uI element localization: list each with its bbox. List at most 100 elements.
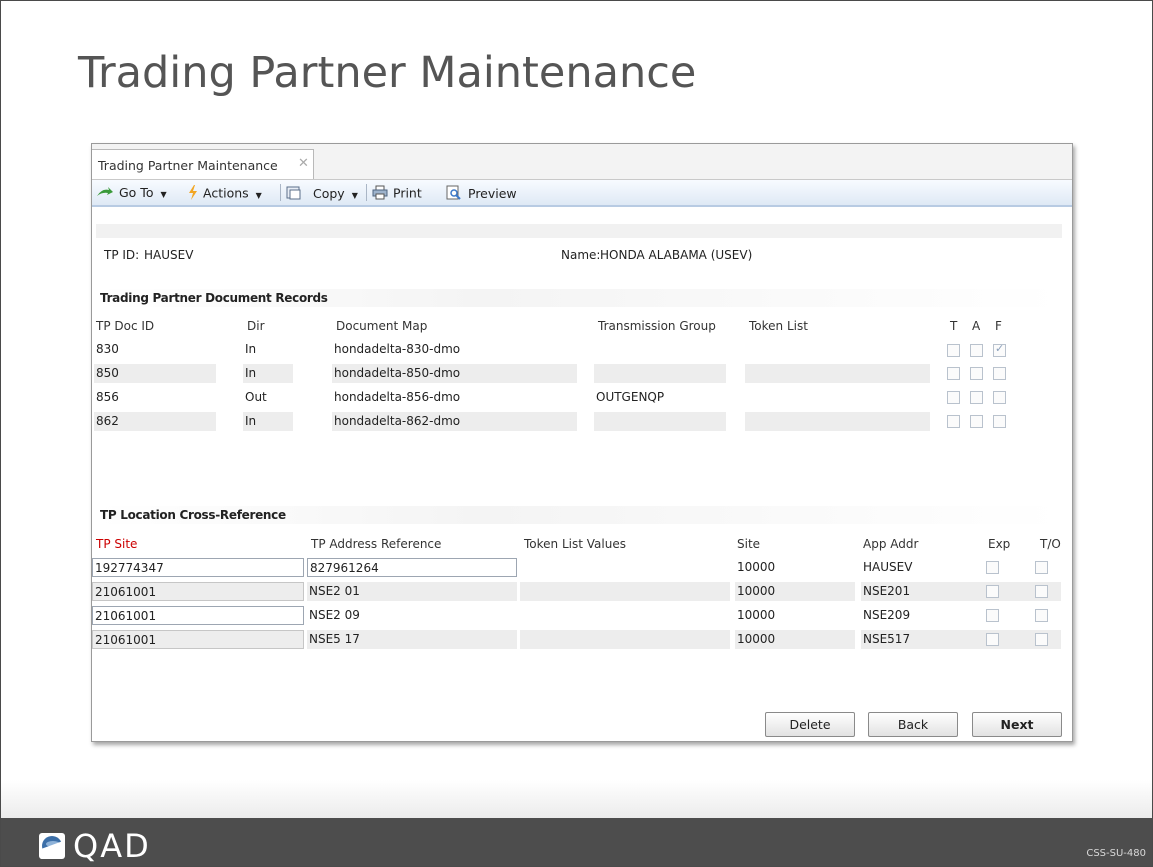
checkbox-to[interactable] — [1035, 633, 1048, 646]
qad-logo: QAD — [39, 827, 151, 865]
printer-icon — [372, 185, 388, 203]
checkbox-exp[interactable] — [986, 561, 999, 574]
cell-app-addr[interactable]: HAUSEV — [861, 558, 971, 577]
cell-token-list[interactable] — [745, 364, 930, 383]
cell-site[interactable]: 10000 — [735, 582, 855, 601]
cell-dir[interactable]: Out — [243, 388, 293, 407]
cell-document-map[interactable]: hondadelta-830-dmo — [332, 340, 577, 359]
cell-site[interactable]: 10000 — [735, 606, 855, 625]
checkbox-f[interactable] — [993, 367, 1006, 380]
col-header-tp-doc-id: TP Doc ID — [96, 319, 155, 333]
checkbox-f[interactable] — [993, 415, 1006, 428]
cell-document-map[interactable]: hondadelta-850-dmo — [332, 364, 577, 383]
preview-button[interactable]: Preview — [446, 185, 517, 203]
cell-tp-address-reference[interactable]: NSE5 17 — [307, 630, 517, 649]
cell-token-list[interactable] — [745, 388, 930, 407]
cell-site[interactable]: 10000 — [735, 558, 855, 577]
copy-icon — [286, 185, 302, 203]
slide-title: Trading Partner Maintenance — [78, 48, 697, 98]
location-xref-section-header: TP Location Cross-Reference — [96, 506, 1062, 524]
checkbox-exp[interactable] — [986, 585, 999, 598]
cell-app-addr[interactable]: NSE201 — [861, 582, 1061, 601]
cell-tp-site[interactable]: 21061001 — [92, 582, 304, 601]
cell-token-list-values[interactable] — [520, 558, 730, 577]
cell-token-list[interactable] — [745, 340, 930, 359]
cell-transmission-group[interactable] — [594, 412, 726, 431]
actions-button[interactable]: Actions ▼ — [188, 185, 262, 203]
cell-tp-address-reference[interactable]: 827961264 — [307, 558, 517, 577]
qad-logo-text: QAD — [73, 827, 151, 865]
cell-tp-address-reference[interactable]: NSE2 01 — [307, 582, 517, 601]
dropdown-caret-icon: ▼ — [160, 190, 167, 199]
col-header-token-list: Token List — [749, 319, 808, 333]
cell-site[interactable]: 10000 — [735, 630, 855, 649]
checkbox-t[interactable] — [947, 391, 960, 404]
cell-tp-address-reference[interactable]: NSE2 09 — [307, 606, 517, 625]
checkbox-f[interactable] — [993, 342, 1006, 357]
toolbar-separator — [280, 184, 281, 201]
cell-app-addr[interactable]: NSE209 — [861, 606, 971, 625]
section-title: TP Location Cross-Reference — [100, 508, 286, 522]
toolbar-separator — [366, 184, 367, 201]
cell-tp-site[interactable]: 192774347 — [92, 558, 304, 577]
cell-token-list-values[interactable] — [520, 606, 730, 625]
app-window: Trading Partner Maintenance ✕ Go To ▼ Ac… — [91, 143, 1073, 742]
tab-trading-partner-maintenance[interactable]: Trading Partner Maintenance ✕ — [92, 149, 314, 179]
goto-arrow-icon — [96, 186, 114, 201]
cell-tp-site[interactable]: 21061001 — [92, 630, 304, 649]
lightning-icon — [188, 185, 198, 203]
col-header-tp-address-reference: TP Address Reference — [311, 537, 442, 551]
delete-button[interactable]: Delete — [765, 712, 855, 737]
checkbox-a[interactable] — [970, 415, 983, 428]
tp-id-value: HAUSEV — [144, 248, 194, 262]
footer-gradient — [1, 780, 1152, 818]
col-header-app-addr: App Addr — [863, 537, 919, 551]
col-header-f: F — [995, 319, 1002, 333]
cell-token-list-values[interactable] — [520, 630, 730, 649]
checkbox-t[interactable] — [947, 415, 960, 428]
cell-dir[interactable]: In — [243, 364, 293, 383]
checkbox-t[interactable] — [947, 344, 960, 357]
checkbox-to[interactable] — [1035, 609, 1048, 622]
checkbox-a[interactable] — [970, 391, 983, 404]
cell-tp-site[interactable]: 21061001 — [92, 606, 304, 625]
cell-doc-id[interactable]: 856 — [94, 388, 216, 407]
checkbox-t[interactable] — [947, 367, 960, 380]
qad-logo-mark-icon — [39, 833, 65, 859]
col-header-site: Site — [737, 537, 761, 551]
goto-button[interactable]: Go To ▼ — [96, 185, 167, 201]
name-label: Name: — [561, 248, 601, 262]
print-button[interactable]: Print — [372, 185, 422, 203]
next-button[interactable]: Next — [972, 712, 1062, 737]
checkbox-a[interactable] — [970, 367, 983, 380]
name-value: HONDA ALABAMA (USEV) — [600, 248, 753, 262]
checkbox-to[interactable] — [1035, 561, 1048, 574]
cell-document-map[interactable]: hondadelta-856-dmo — [332, 388, 577, 407]
col-header-document-map: Document Map — [336, 319, 428, 333]
cell-doc-id[interactable]: 850 — [94, 364, 216, 383]
checkbox-exp[interactable] — [986, 633, 999, 646]
dropdown-caret-icon: ▼ — [255, 190, 262, 200]
cell-token-list[interactable] — [745, 412, 930, 431]
cell-transmission-group[interactable]: OUTGENQP — [594, 388, 726, 407]
copy-button[interactable]: Copy ▼ — [286, 185, 358, 203]
toolbar: Go To ▼ Actions ▼ Copy ▼ Print Preview — [92, 180, 1072, 207]
back-button[interactable]: Back — [868, 712, 958, 737]
cell-doc-id[interactable]: 862 — [94, 412, 216, 431]
cell-transmission-group[interactable] — [594, 364, 726, 383]
close-icon[interactable]: ✕ — [298, 156, 309, 171]
cell-document-map[interactable]: hondadelta-862-dmo — [332, 412, 577, 431]
col-header-tp-site: TP Site — [96, 537, 138, 551]
col-header-transmission-group: Transmission Group — [598, 319, 716, 333]
checkbox-f[interactable] — [993, 391, 1006, 404]
cell-doc-id[interactable]: 830 — [94, 340, 216, 359]
checkbox-exp[interactable] — [986, 609, 999, 622]
cell-dir[interactable]: In — [243, 340, 293, 359]
checkbox-a[interactable] — [970, 344, 983, 357]
checkbox-to[interactable] — [1035, 585, 1048, 598]
cell-transmission-group[interactable] — [594, 340, 726, 359]
cell-token-list-values[interactable] — [520, 582, 730, 601]
tab-label: Trading Partner Maintenance — [98, 158, 278, 173]
cell-dir[interactable]: In — [243, 412, 293, 431]
cell-app-addr[interactable]: NSE517 — [861, 630, 1061, 649]
